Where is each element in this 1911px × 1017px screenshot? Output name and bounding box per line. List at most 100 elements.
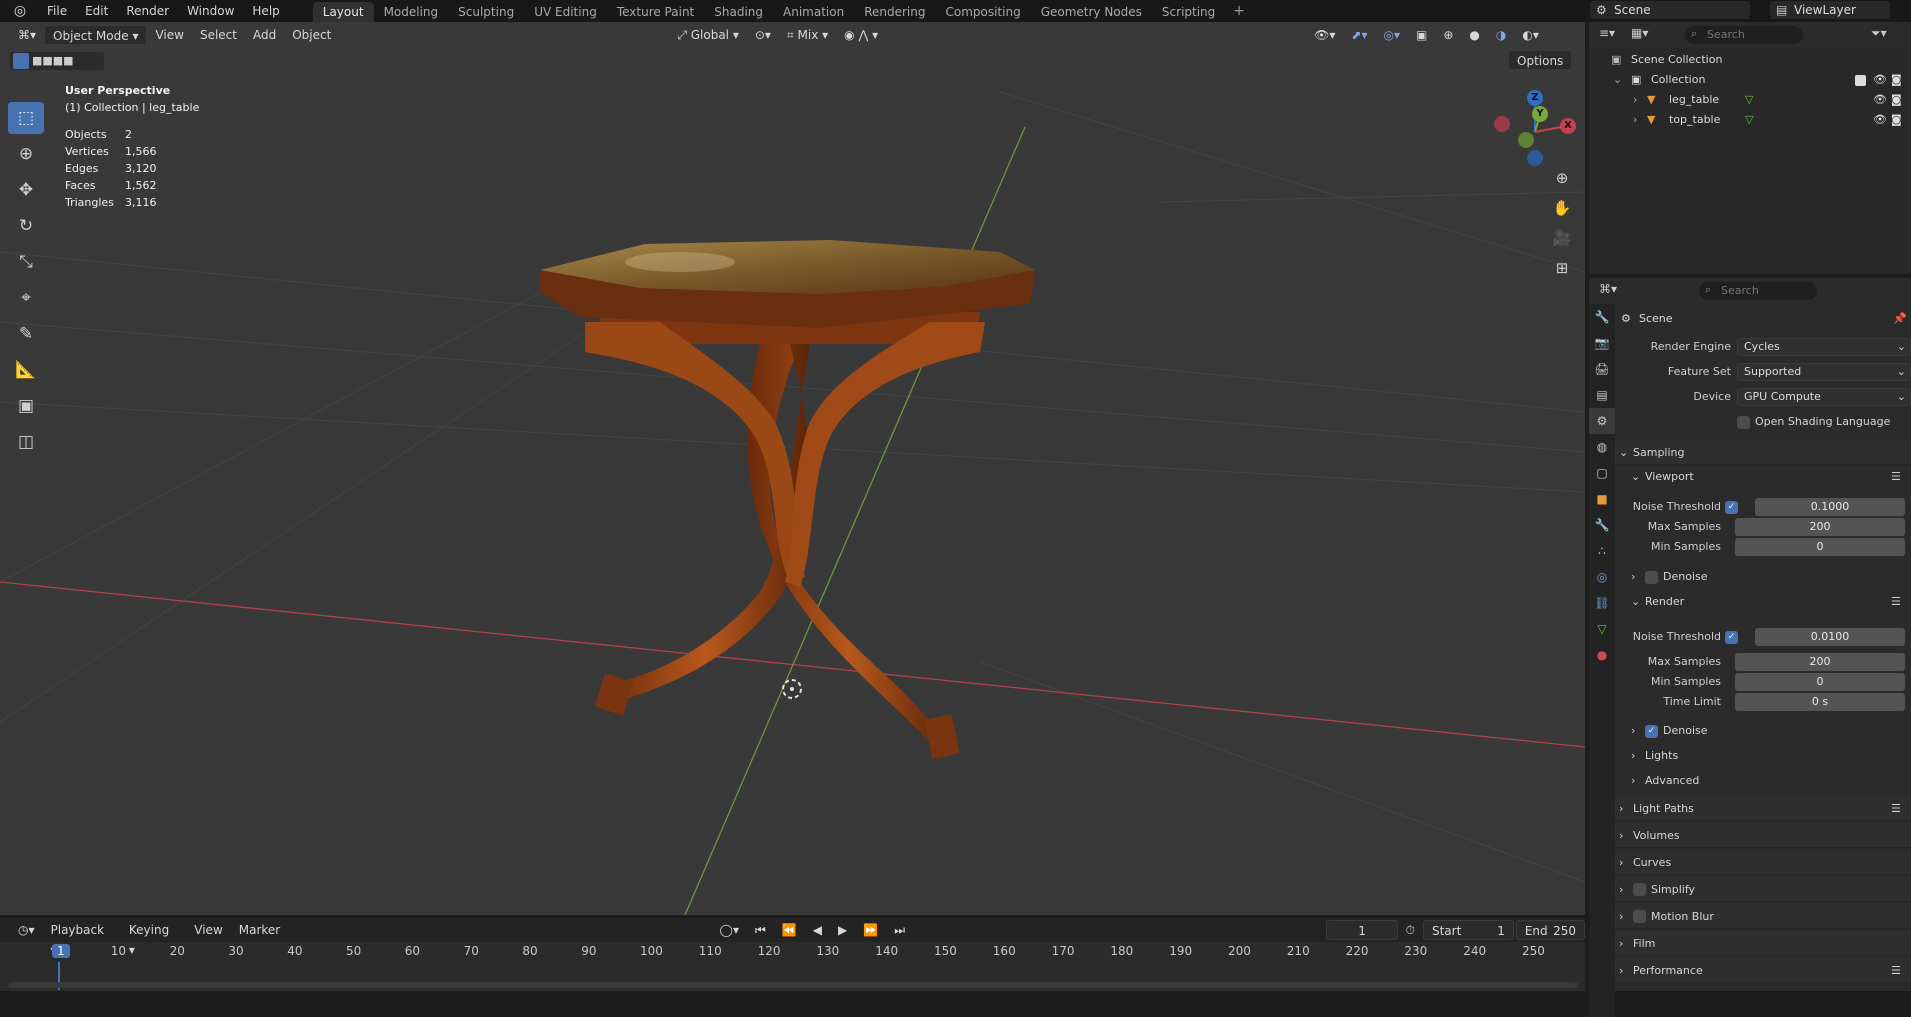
vp-denoise-checkbox[interactable] — [1645, 571, 1658, 584]
mesh-data-icon[interactable]: ▽ — [1745, 90, 1753, 110]
chevron-down-icon[interactable]: ⌄ — [1613, 70, 1622, 90]
timeline-editor-type-icon[interactable]: ◷▾ — [10, 920, 43, 940]
gizmo-toggle-icon[interactable]: ⬈▾ — [1343, 25, 1375, 45]
eye-icon[interactable]: 👁 — [1873, 110, 1887, 130]
tab-uv-editing[interactable]: UV Editing — [524, 2, 607, 22]
r-min-samples-field[interactable]: 0 — [1735, 673, 1905, 691]
gizmo-neg-z-icon[interactable] — [1527, 150, 1543, 166]
r-max-samples-field[interactable]: 200 — [1735, 653, 1905, 671]
leg-table-object[interactable] — [585, 312, 985, 760]
presets-list-icon[interactable]: ☰ — [1891, 591, 1901, 613]
device-dropdown[interactable]: GPU Compute ⌄ — [1737, 388, 1911, 406]
render-subpanel-header[interactable]: ⌄ Render ☰ — [1615, 591, 1911, 613]
camera-icon[interactable]: ◙ — [1891, 70, 1902, 90]
annotate-tool-icon[interactable]: ✎ — [8, 318, 44, 350]
menu-object[interactable]: Object — [284, 25, 339, 45]
tab-geometry-nodes[interactable]: Geometry Nodes — [1031, 2, 1152, 22]
shading-material-icon[interactable]: ◑ — [1488, 25, 1514, 45]
vp-max-samples-field[interactable]: 200 — [1735, 518, 1905, 536]
auto-keying-icon[interactable]: ◯▾ — [712, 920, 747, 940]
gizmo-neg-x-icon[interactable] — [1494, 116, 1510, 132]
jump-keyframe-forward-icon[interactable]: ⏩ — [855, 920, 886, 940]
select-extend-icon[interactable]: ■■■■ — [32, 54, 74, 67]
particles-tab-icon[interactable]: ∴ — [1589, 538, 1615, 564]
r-noise-threshold-field[interactable]: 0.0100 — [1755, 628, 1905, 646]
3d-viewport[interactable]: ⌘▾ Object Mode ▾ View Select Add Object … — [0, 22, 1585, 915]
collection-tab-icon[interactable]: ▢ — [1589, 460, 1615, 486]
shading-rendered-icon[interactable]: ◐▾ — [1514, 25, 1547, 45]
view-layer-selector[interactable]: ▤ ViewLayer — [1770, 1, 1890, 19]
tab-modeling[interactable]: Modeling — [374, 2, 449, 22]
menu-view[interactable]: View — [147, 25, 191, 45]
chevron-right-icon[interactable]: › — [1633, 90, 1637, 110]
play-reverse-icon[interactable]: ◀ — [805, 920, 830, 940]
snap-dropdown[interactable]: ⌗ Mix ▾ — [779, 25, 836, 45]
tab-scripting[interactable]: Scripting — [1152, 2, 1225, 22]
tab-compositing[interactable]: Compositing — [935, 2, 1030, 22]
end-frame-field[interactable]: End 250 — [1515, 920, 1586, 940]
feature-set-dropdown[interactable]: Supported ⌄ — [1737, 363, 1911, 381]
sampling-panel-header[interactable]: ⌄ Sampling — [1615, 441, 1911, 465]
volumes-panel-header[interactable]: › Volumes — [1615, 824, 1911, 848]
r-denoise-checkbox[interactable]: ✓ — [1645, 725, 1658, 738]
motion-blur-panel-header[interactable]: › Motion Blur — [1615, 905, 1911, 929]
view-layer-tab-icon[interactable]: ▤ — [1589, 382, 1615, 408]
tab-rendering[interactable]: Rendering — [854, 2, 935, 22]
orientation-dropdown[interactable]: ⤢ Global ▾ — [669, 25, 747, 45]
overlays-icon[interactable]: ◎▾ — [1375, 25, 1408, 45]
scale-tool-icon[interactable]: ⤡ — [8, 246, 44, 278]
light-paths-panel-header[interactable]: › Light Paths ☰ — [1615, 797, 1911, 821]
render-tab-icon[interactable]: 📷 — [1589, 330, 1615, 356]
menu-add[interactable]: Add — [245, 25, 284, 45]
jump-end-icon[interactable]: ⏭ — [886, 920, 913, 940]
select-mode-buttons[interactable]: ■■■■ — [10, 52, 104, 70]
render-engine-dropdown[interactable]: Cycles ⌄ — [1737, 338, 1911, 356]
curves-panel-header[interactable]: › Curves — [1615, 851, 1911, 875]
jump-start-icon[interactable]: ⏮ — [747, 920, 774, 940]
perspective-toggle-icon[interactable]: ⊞ — [1550, 256, 1574, 280]
jump-keyframe-back-icon[interactable]: ⏪ — [774, 920, 805, 940]
editor-type-icon[interactable]: ⌘▾ — [10, 25, 44, 45]
camera-icon[interactable]: ◙ — [1891, 110, 1902, 130]
xray-icon[interactable]: ▣ — [1408, 25, 1435, 45]
menu-render[interactable]: Render — [117, 0, 178, 22]
collection-row[interactable]: ⌄ ▣ Collection 👁 ◙ — [1589, 70, 1911, 90]
gizmo-y-icon[interactable]: Y — [1532, 106, 1548, 122]
navigation-gizmo[interactable]: Z Y X — [1490, 82, 1580, 172]
data-tab-icon[interactable]: ▽ — [1589, 616, 1615, 642]
world-tab-icon[interactable]: ◍ — [1589, 434, 1615, 460]
tab-texture-paint[interactable]: Texture Paint — [607, 2, 704, 22]
menu-select[interactable]: Select — [192, 25, 245, 45]
select-box-tool-icon[interactable]: ⬚ — [8, 102, 44, 134]
material-tab-icon[interactable]: ● — [1589, 642, 1615, 668]
osl-checkbox[interactable] — [1737, 416, 1750, 429]
options-button[interactable]: Options — [1508, 50, 1573, 70]
outliner-search-input[interactable]: ⌕ Search — [1685, 26, 1803, 44]
transform-tool-icon[interactable]: ⌖ — [8, 282, 44, 314]
3d-cursor-icon[interactable] — [782, 679, 802, 699]
menu-file[interactable]: File — [38, 0, 76, 22]
display-mode-icon[interactable]: ▦▾ — [1631, 26, 1648, 40]
viewport-subpanel-header[interactable]: ⌄ Viewport ☰ — [1615, 466, 1911, 488]
tab-layout[interactable]: Layout — [312, 2, 374, 22]
r-denoise-row[interactable]: › ✓ Denoise — [1615, 720, 1911, 742]
simplify-panel-header[interactable]: › Simplify — [1615, 878, 1911, 902]
proportional-edit-icon[interactable]: ◉ ⋀ ▾ — [836, 25, 886, 45]
move-tool-icon[interactable]: ✥ — [8, 174, 44, 206]
pivot-icon[interactable]: ⊙▾ — [747, 25, 779, 45]
gizmo-z-icon[interactable]: Z — [1527, 90, 1543, 106]
frame-ruler[interactable]: 1 10 20 30 40 50 60 70 80 90 100 110 120 130 140 150 160… — [0, 944, 1585, 990]
vp-min-samples-field[interactable]: 0 — [1735, 538, 1905, 556]
gizmo-neg-y-icon[interactable] — [1518, 132, 1534, 148]
eye-icon[interactable]: 👁 — [1873, 90, 1887, 110]
stopwatch-icon[interactable]: ⏱ — [1398, 920, 1423, 940]
collection-checkbox[interactable] — [1855, 75, 1866, 86]
blender-logo-icon[interactable]: ◎ — [10, 1, 30, 21]
gizmo-x-icon[interactable]: X — [1560, 118, 1576, 134]
measure-tool-icon[interactable]: 📐 — [8, 354, 44, 386]
vp-noise-threshold-field[interactable]: 0.1000 — [1755, 498, 1905, 516]
presets-list-icon[interactable]: ☰ — [1891, 797, 1901, 821]
add-primitive-tool-icon[interactable]: ◫ — [8, 426, 44, 458]
modifier-tab-icon[interactable]: 🔧 — [1589, 512, 1615, 538]
menu-keying[interactable]: Keying ▾ — [121, 920, 186, 957]
